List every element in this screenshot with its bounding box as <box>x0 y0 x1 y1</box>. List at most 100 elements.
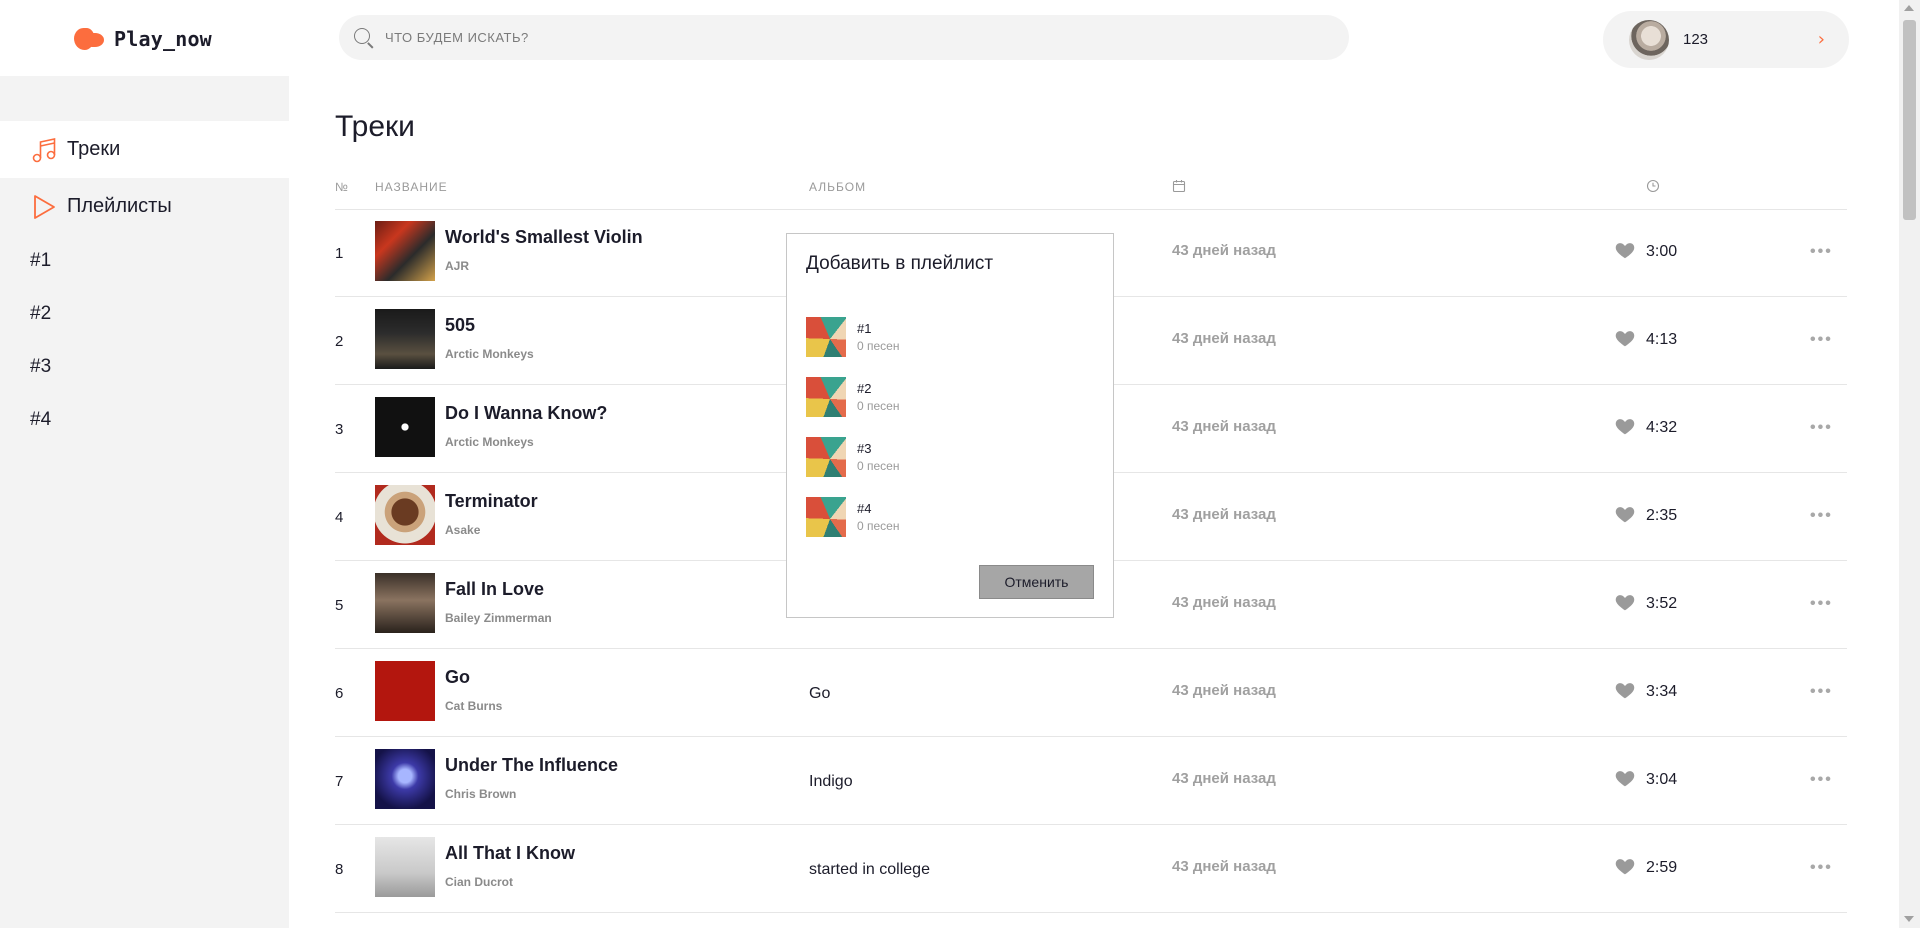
dialog-playlist-item[interactable]: #1 0 песен <box>806 317 1096 359</box>
scroll-down-arrow-icon[interactable] <box>1904 916 1914 922</box>
heart-icon[interactable] <box>1614 415 1638 439</box>
dialog-playlist-item[interactable]: #2 0 песен <box>806 377 1096 419</box>
playlist-name: #4 <box>857 501 872 516</box>
track-number: 5 <box>335 597 344 614</box>
track-artist[interactable]: Cian Ducrot <box>445 875 513 889</box>
track-duration: 4:32 <box>1646 419 1678 436</box>
track-duration: 3:04 <box>1646 771 1678 788</box>
track-cover[interactable] <box>375 661 435 721</box>
track-cover[interactable] <box>375 573 435 633</box>
scrollbar[interactable] <box>1899 0 1920 928</box>
table-row[interactable]: 6 Go Cat Burns Go 43 дней назад 3:34 ••• <box>335 649 1847 737</box>
sidebar-playlist-item[interactable]: #3 <box>30 356 51 378</box>
header: Play_now 123 › <box>0 0 1899 76</box>
playlist-name: #3 <box>857 441 872 456</box>
more-options-icon[interactable]: ••• <box>1810 507 1833 525</box>
track-cover[interactable] <box>375 837 435 897</box>
chevron-right-icon[interactable]: › <box>1818 29 1825 50</box>
sidebar-item-tracks[interactable]: Треки <box>0 121 289 178</box>
dialog-title: Добавить в плейлист <box>806 253 994 274</box>
more-options-icon[interactable]: ••• <box>1810 331 1833 349</box>
track-album[interactable]: started in college <box>809 861 930 879</box>
track-artist[interactable]: Arctic Monkeys <box>445 435 534 449</box>
sidebar-playlist-item[interactable]: #1 <box>30 250 51 272</box>
track-cover[interactable] <box>375 221 435 281</box>
playlist-cover <box>806 317 846 357</box>
table-row[interactable]: 8 All That I Know Cian Ducrot started in co… <box>335 825 1847 913</box>
more-options-icon[interactable]: ••• <box>1810 771 1833 789</box>
track-title[interactable]: 505 <box>445 315 475 336</box>
track-artist[interactable]: Cat Burns <box>445 699 502 713</box>
track-title[interactable]: World's Smallest Violin <box>445 227 643 248</box>
playlist-song-count: 0 песен <box>857 339 900 353</box>
heart-icon[interactable] <box>1614 591 1638 615</box>
more-options-icon[interactable]: ••• <box>1810 683 1833 701</box>
track-date-added: 43 дней назад <box>1172 418 1276 435</box>
track-duration: 3:34 <box>1646 683 1678 700</box>
scrollbar-thumb[interactable] <box>1903 20 1916 220</box>
heart-icon[interactable] <box>1614 239 1638 263</box>
heart-icon[interactable] <box>1614 327 1638 351</box>
more-options-icon[interactable]: ••• <box>1810 595 1833 613</box>
more-options-icon[interactable]: ••• <box>1810 419 1833 437</box>
track-artist[interactable]: Asake <box>445 523 480 537</box>
scroll-up-arrow-icon[interactable] <box>1904 5 1914 11</box>
logo[interactable]: Play_now <box>72 24 212 54</box>
column-header-name: НАЗВАНИЕ <box>375 180 448 194</box>
track-title[interactable]: Do I Wanna Know? <box>445 403 607 424</box>
track-cover[interactable] <box>375 309 435 369</box>
track-title[interactable]: All That I Know <box>445 843 575 864</box>
track-date-added: 43 дней назад <box>1172 858 1276 875</box>
table-row[interactable]: 7 Under The Influence Chris Brown Indigo 43 … <box>335 737 1847 825</box>
track-title[interactable]: Go <box>445 667 470 688</box>
track-number: 7 <box>335 773 344 790</box>
playlist-name: #1 <box>857 321 872 336</box>
heart-icon[interactable] <box>1614 503 1638 527</box>
add-to-playlist-dialog: Добавить в плейлист #1 0 песен #2 0 песе… <box>786 233 1114 618</box>
track-title[interactable]: Terminator <box>445 491 538 512</box>
playlist-name: #2 <box>857 381 872 396</box>
heart-icon[interactable] <box>1614 679 1638 703</box>
playlist-song-count: 0 песен <box>857 459 900 473</box>
dialog-playlist-item[interactable]: #4 0 песен <box>806 497 1096 539</box>
heart-icon[interactable] <box>1614 767 1638 791</box>
playlist-song-count: 0 песен <box>857 399 900 413</box>
heart-icon[interactable] <box>1614 855 1638 879</box>
column-header-album: АЛЬБОМ <box>809 180 867 194</box>
search-bar <box>339 15 1349 60</box>
track-duration: 2:59 <box>1646 859 1678 876</box>
track-duration: 3:00 <box>1646 243 1678 260</box>
cancel-button[interactable]: Отменить <box>979 565 1094 599</box>
track-cover[interactable] <box>375 485 435 545</box>
track-cover[interactable] <box>375 749 435 809</box>
track-album[interactable]: Go <box>809 685 830 703</box>
dialog-playlist-item[interactable]: #3 0 песен <box>806 437 1096 479</box>
logo-text: Play_now <box>114 27 212 51</box>
track-date-added: 43 дней назад <box>1172 242 1276 259</box>
table-header: № НАЗВАНИЕ АЛЬБОМ <box>335 178 1847 210</box>
track-duration: 3:52 <box>1646 595 1678 612</box>
playlist-cover <box>806 497 846 537</box>
track-artist[interactable]: Chris Brown <box>445 787 516 801</box>
user-profile[interactable]: 123 › <box>1603 11 1849 68</box>
track-title[interactable]: Fall In Love <box>445 579 544 600</box>
track-artist[interactable]: Bailey Zimmerman <box>445 611 552 625</box>
more-options-icon[interactable]: ••• <box>1810 243 1833 261</box>
track-number: 2 <box>335 333 344 350</box>
track-date-added: 43 дней назад <box>1172 506 1276 523</box>
clock-icon <box>1646 179 1660 196</box>
track-cover[interactable] <box>375 397 435 457</box>
search-input[interactable] <box>385 30 1285 45</box>
track-artist[interactable]: AJR <box>445 259 469 273</box>
track-number: 8 <box>335 861 344 878</box>
sidebar-playlist-item[interactable]: #2 <box>30 303 51 325</box>
track-date-added: 43 дней назад <box>1172 682 1276 699</box>
track-title[interactable]: Under The Influence <box>445 755 618 776</box>
sidebar-item-playlists[interactable]: Плейлисты <box>0 178 289 235</box>
track-number: 3 <box>335 421 344 438</box>
sidebar-playlist-item[interactable]: #4 <box>30 409 51 431</box>
track-artist[interactable]: Arctic Monkeys <box>445 347 534 361</box>
music-note-icon <box>29 135 59 165</box>
track-album[interactable]: Indigo <box>809 773 853 791</box>
more-options-icon[interactable]: ••• <box>1810 859 1833 877</box>
